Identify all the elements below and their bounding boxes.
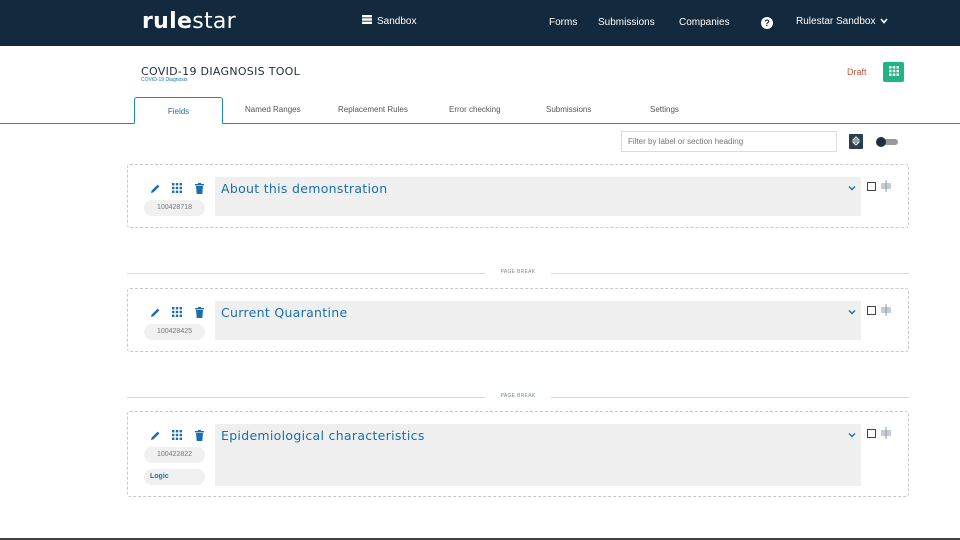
nav-link-companies[interactable]: Companies [679,17,730,28]
filter-input[interactable] [621,131,837,152]
section-heading-field[interactable]: Current Quarantine [215,301,861,340]
sandbox-link[interactable]: Sandbox [362,15,416,27]
rulestar-logo[interactable]: rulestar [142,9,236,34]
section-actions [149,306,205,318]
section-id: 100428718 [144,200,205,216]
view-toggle[interactable] [876,137,898,147]
tab-replacement-rules[interactable]: Replacement Rules [338,105,408,114]
apps-grid-icon [888,63,899,81]
grid-icon[interactable] [171,429,183,441]
sort-button[interactable] [849,134,863,149]
nav-link-forms[interactable]: Forms [549,17,577,28]
page-break-label: PAGE BREAK [500,269,536,275]
grid-icon[interactable] [171,306,183,318]
chevron-down-icon [879,16,888,27]
status-badge: Draft [847,67,867,77]
trash-icon[interactable] [193,429,205,441]
account-label: Rulestar Sandbox [796,16,876,27]
section-heading-field[interactable]: About this demonstration [215,177,861,216]
move-handle-icon[interactable] [880,179,892,193]
account-menu[interactable]: Rulestar Sandbox [796,16,888,27]
section-actions [149,182,205,194]
help-icon[interactable]: ? [761,17,773,29]
section-id: 100428425 [144,324,205,340]
move-handle-icon[interactable] [880,426,892,440]
section-card: 100428425 Current Quarantine [127,288,909,352]
tab-error-checking[interactable]: Error checking [449,105,501,114]
tab-named-ranges[interactable]: Named Ranges [245,105,301,114]
server-icon [362,15,372,27]
logic-badge[interactable]: Logic [144,469,205,485]
pencil-icon[interactable] [149,429,161,441]
page-break: PAGE BREAK [127,268,909,278]
trash-icon[interactable] [193,306,205,318]
trash-icon[interactable] [193,182,205,194]
tab-fields[interactable]: Fields [134,97,223,124]
sandbox-label: Sandbox [377,15,417,27]
section-heading: Epidemiological characteristics [221,428,425,443]
chevron-down-icon[interactable] [847,427,857,438]
page-subtitle: COVID-19 Diagnosis [141,77,188,83]
page-break: PAGE BREAK [127,392,909,402]
section-id: 100422822 [144,447,205,463]
pencil-icon[interactable] [149,182,161,194]
section-heading: Current Quarantine [221,305,348,320]
apps-grid-button[interactable] [883,62,904,82]
section-actions [149,429,205,441]
pencil-icon[interactable] [149,306,161,318]
section-heading-field[interactable]: Epidemiological characteristics [215,424,861,486]
chevron-down-icon[interactable] [847,180,857,191]
section-card: 100422822 Logic Epidemiological characte… [127,411,909,497]
chevron-down-icon[interactable] [847,304,857,315]
section-card: 100428718 About this demonstration [127,164,909,228]
top-navbar: rulestar Sandbox Forms Submissions Compa… [0,0,960,46]
section-checkbox[interactable] [867,182,876,191]
sort-icon [851,133,861,151]
section-heading: About this demonstration [221,181,388,196]
toggle-knob [876,137,886,147]
tab-submissions[interactable]: Submissions [546,105,591,114]
page-break-label: PAGE BREAK [500,393,536,399]
nav-link-submissions[interactable]: Submissions [598,17,655,28]
tab-settings[interactable]: Settings [650,105,679,114]
move-handle-icon[interactable] [880,303,892,317]
section-checkbox[interactable] [867,306,876,315]
section-checkbox[interactable] [867,429,876,438]
grid-icon[interactable] [171,182,183,194]
